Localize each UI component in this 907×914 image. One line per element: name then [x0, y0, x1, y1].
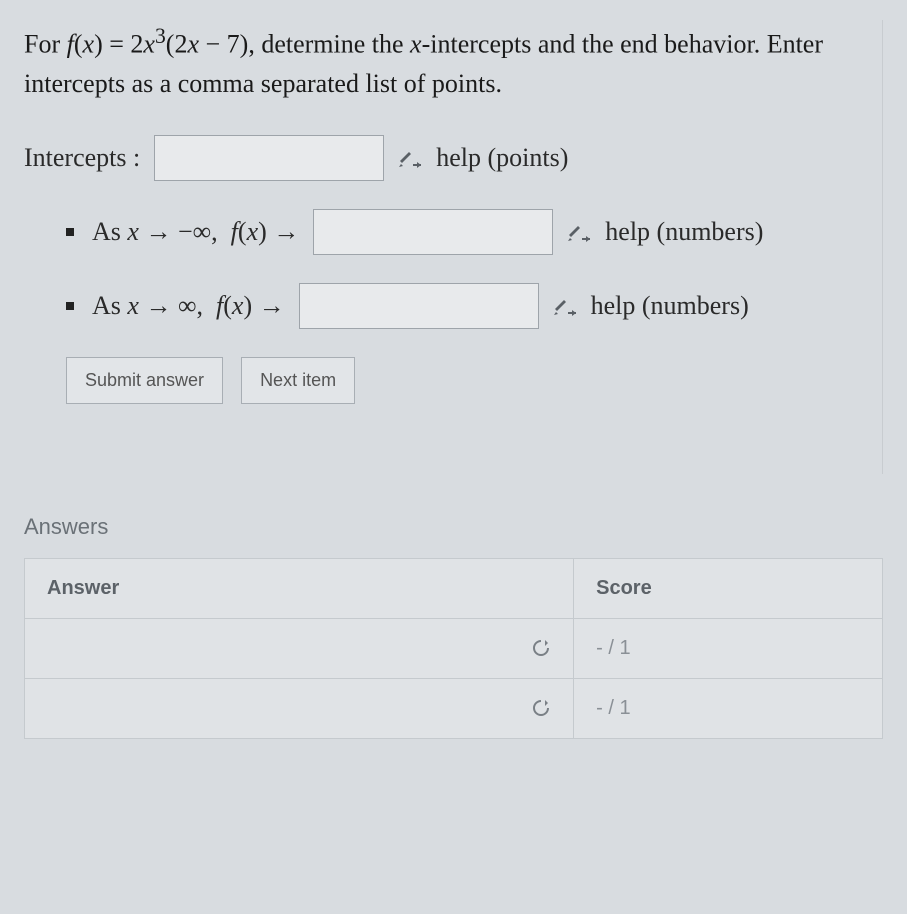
table-header-row: Answer Score [25, 558, 883, 618]
table-row: - / 1 [25, 618, 883, 678]
intercepts-input[interactable] [154, 135, 384, 181]
submit-button[interactable]: Submit answer [66, 357, 223, 404]
next-item-button[interactable]: Next item [241, 357, 355, 404]
answer-cell [25, 618, 574, 678]
answer-cell [25, 678, 574, 738]
button-row: Submit answer Next item [66, 357, 874, 404]
answers-section: Answers Answer Score - / 1 [24, 514, 883, 739]
refresh-icon[interactable] [531, 698, 551, 718]
col-header-score: Score [574, 558, 883, 618]
equation-editor-icon[interactable] [394, 144, 428, 172]
score-cell: - / 1 [574, 678, 883, 738]
q-var: x [410, 30, 422, 59]
intercepts-label: Intercepts : [24, 143, 140, 173]
help-points-link[interactable]: help (points) [436, 143, 568, 173]
help-numbers-link-2[interactable]: help (numbers) [591, 291, 749, 321]
intercepts-row: Intercepts : help (points) [24, 135, 874, 181]
col-header-answer: Answer [25, 558, 574, 618]
eb-label-1: As x → −∞, f(x) → [92, 217, 299, 247]
help-numbers-link-1[interactable]: help (numbers) [605, 217, 763, 247]
end-behavior-input-2[interactable] [299, 283, 539, 329]
end-behavior-row-1: As x → −∞, f(x) → help (numbers) [66, 209, 874, 255]
equation-editor-icon[interactable] [563, 218, 597, 246]
end-behavior-row-2: As x → ∞, f(x) → help (numbers) [66, 283, 874, 329]
table-row: - / 1 [25, 678, 883, 738]
eb-label-2: As x → ∞, f(x) → [92, 291, 285, 321]
q-prefix: For [24, 30, 67, 59]
q-fn-def: f [67, 30, 74, 59]
score-cell: - / 1 [574, 618, 883, 678]
question-panel: For f(x) = 2x3(2x − 7), determine the x-… [24, 20, 883, 474]
answers-table: Answer Score - / 1 [24, 558, 883, 739]
equation-editor-icon[interactable] [549, 292, 583, 320]
question-text: For f(x) = 2x3(2x − 7), determine the x-… [24, 20, 874, 103]
refresh-icon[interactable] [531, 638, 551, 658]
answers-heading: Answers [24, 514, 883, 548]
end-behavior-input-1[interactable] [313, 209, 553, 255]
q-middle: , determine the [248, 30, 410, 59]
